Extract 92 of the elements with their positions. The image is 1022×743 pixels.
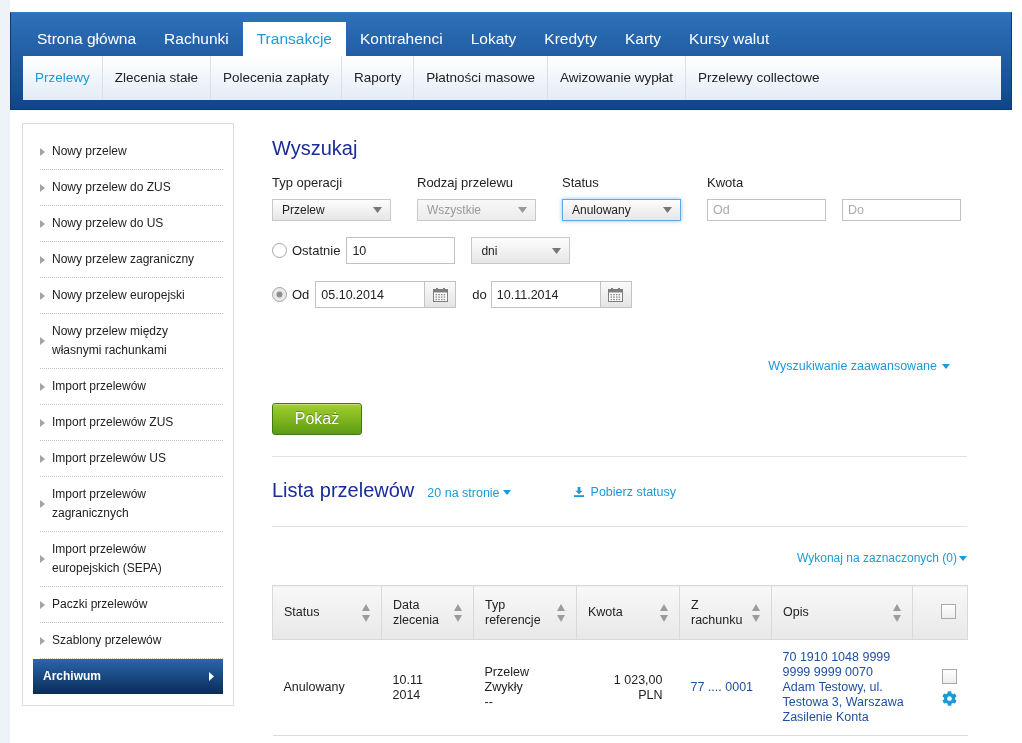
nav-tab[interactable]: Strona główna — [23, 22, 151, 56]
caret-icon — [40, 183, 45, 192]
sort-icon[interactable] — [893, 603, 901, 622]
field-label: do — [472, 287, 487, 302]
caret-icon — [502, 490, 511, 495]
sidebar-item[interactable]: Paczki przelewów — [40, 587, 223, 623]
date-input-field[interactable]: 05.10.2014 — [315, 281, 426, 308]
caret-icon — [663, 207, 672, 213]
table-cell: 1 023,00 PLN — [576, 639, 680, 736]
column-title: Data zlecenia — [393, 597, 440, 628]
field-label: Kwota — [707, 175, 745, 191]
nav-tab[interactable]: Kredyty — [530, 22, 611, 56]
field-label: Rodzaj przelewu — [417, 175, 515, 191]
sidebar-item[interactable]: Import przelewów US — [40, 441, 223, 477]
input-field[interactable]: Do — [842, 199, 961, 221]
caret-icon — [40, 219, 45, 228]
section-title: Lista przelewów — [272, 478, 415, 502]
sort-icon[interactable] — [362, 603, 370, 622]
radio-label[interactable]: Od — [292, 287, 310, 302]
caret-icon — [40, 600, 45, 609]
subnav-tab[interactable]: Awizowanie wypłat — [548, 56, 687, 100]
checkbox[interactable] — [941, 603, 956, 619]
sort-icon[interactable] — [660, 603, 668, 622]
caret-icon — [40, 382, 45, 391]
sidebar-item[interactable]: Import przelewów ZUS — [40, 405, 223, 441]
caret-icon — [373, 207, 382, 213]
calendar-icon — [432, 287, 448, 302]
dropdown[interactable]: dni — [471, 237, 571, 264]
table-cell: 77 .... 0001 — [679, 639, 772, 736]
date-input-field[interactable]: 10.11.2014 — [490, 281, 601, 308]
radio-label[interactable]: Ostatnie — [292, 243, 341, 258]
subnav-tab[interactable]: Zlecenia stałe — [102, 56, 212, 100]
sidebar-item[interactable]: Import przelewów europejskich (SEPA) — [40, 532, 223, 587]
caret-icon — [942, 363, 950, 369]
section-title: Wyszukaj — [272, 136, 359, 160]
checkbox[interactable] — [941, 669, 957, 684]
sidebar-item[interactable]: Archiwum — [33, 659, 223, 694]
field-label: Typ operacji — [272, 175, 344, 191]
nav-tab[interactable]: Kontrahenci — [345, 22, 457, 56]
caret-icon — [40, 454, 45, 463]
column-title: Kwota — [588, 605, 623, 620]
caret-icon — [40, 147, 45, 156]
sort-icon[interactable] — [557, 603, 565, 622]
caret-icon — [518, 207, 527, 213]
input-field[interactable]: 10 — [346, 237, 456, 264]
subnav-tab[interactable]: Polecenia zapłaty — [211, 56, 342, 100]
sidebar-item[interactable]: Nowy przelew między własnymi rachunkami — [40, 314, 223, 369]
caret-icon — [209, 672, 214, 681]
download-icon — [573, 486, 584, 497]
calendar-icon — [608, 287, 624, 302]
sidebar-item[interactable]: Nowy przelew do ZUS — [40, 170, 223, 206]
calendar-button[interactable] — [600, 281, 632, 308]
sidebar-item[interactable]: Nowy przelew do US — [40, 206, 223, 242]
field-label: Status — [562, 175, 600, 191]
caret-icon — [40, 418, 45, 427]
nav-tab[interactable]: Kursy walut — [675, 22, 784, 56]
sidebar-item[interactable]: Nowy przelew zagraniczny — [40, 242, 223, 278]
sidebar-item[interactable]: Nowy przelew europejski — [40, 278, 223, 314]
sidebar-item[interactable]: Import przelewów zagranicznych — [40, 477, 223, 532]
sort-icon[interactable] — [454, 603, 462, 622]
sidebar-item[interactable]: Nowy przelew — [40, 134, 223, 170]
radio-button[interactable] — [272, 287, 287, 302]
nav-tab[interactable]: Karty — [610, 22, 676, 56]
table-cell: Anulowany — [272, 639, 382, 736]
table-cell: Przelew Zwykły -- — [473, 639, 577, 736]
gear-icon[interactable] — [941, 691, 957, 706]
input-field[interactable]: Od — [707, 199, 826, 221]
subnav-tab[interactable]: Płatności masowe — [414, 56, 548, 100]
subnav-tab[interactable]: Przelewy collectowe — [686, 56, 832, 100]
caret-icon — [40, 255, 45, 264]
calendar-button[interactable] — [425, 281, 457, 308]
dropdown[interactable]: Przelew — [272, 199, 391, 221]
caret-icon — [40, 291, 45, 300]
dropdown[interactable]: Anulowany — [562, 199, 681, 221]
radio-button[interactable] — [272, 243, 287, 258]
caret-icon — [40, 500, 45, 508]
column-title: Z rachunku — [691, 597, 744, 628]
column-title: Typ referencje — [485, 597, 542, 628]
caret-icon — [552, 247, 562, 254]
sort-icon[interactable] — [752, 603, 760, 622]
column-title: Status — [284, 605, 320, 620]
caret-icon — [40, 636, 45, 645]
table-cell: 70 1910 1048 9999 9999 9999 0070 Adam Testowy, ul. Testowa 3, Warszawa Zasilenie Konta — [771, 639, 913, 736]
nav-tab[interactable]: Lokaty — [456, 22, 531, 56]
nav-tab[interactable]: Rachunki — [150, 22, 243, 56]
table-cell: 10.11 2014 — [381, 639, 474, 736]
caret-icon — [40, 337, 45, 345]
column-title: Opis — [783, 605, 809, 620]
caret-icon — [40, 555, 45, 563]
sidebar-item[interactable]: Import przelewów — [40, 369, 223, 405]
caret-icon — [959, 555, 967, 561]
subnav-tab[interactable]: Raporty — [341, 56, 415, 100]
